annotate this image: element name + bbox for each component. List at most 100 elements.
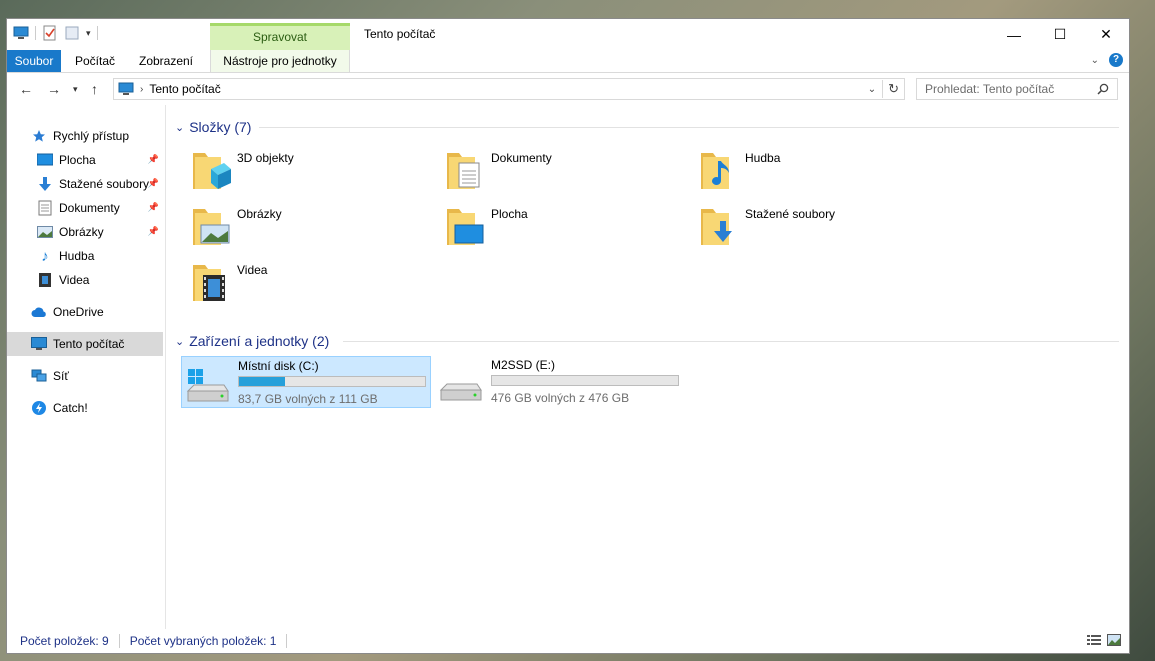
folder-hudba[interactable]: Hudba	[699, 149, 949, 201]
refresh-icon[interactable]: ↻	[888, 81, 899, 97]
address-row: ← → ▾ ↑ › Tento počítač ⌄ ↻ Prohledat: T…	[7, 73, 1129, 105]
sidebar-item-label: Dokumenty	[59, 201, 120, 215]
catch-icon	[31, 400, 47, 416]
sidebar-item-sit[interactable]: Síť	[7, 364, 163, 388]
navigation-pane: Rychlý přístup Plocha 📌 Stažené soubory …	[7, 105, 166, 629]
group-title: Složky (7)	[189, 119, 252, 135]
maximize-button[interactable]: ☐	[1037, 19, 1083, 50]
chevron-down-icon[interactable]: ⌄	[175, 335, 184, 348]
back-arrow-icon[interactable]: ←	[19, 81, 33, 97]
group-header-drives[interactable]: ⌄ Zařízení a jednotky (2)	[175, 331, 329, 351]
documents-folder-icon	[445, 149, 485, 193]
sidebar-item-onedrive[interactable]: OneDrive	[7, 300, 163, 324]
tab-pocitac[interactable]: Počítač	[67, 50, 123, 72]
details-view-icon[interactable]	[1087, 634, 1101, 649]
sidebar-item-label: OneDrive	[53, 305, 104, 319]
sidebar-item-videa[interactable]: Videa	[7, 268, 163, 292]
drive-e[interactable]: M2SSD (E:) 476 GB volných z 476 GB	[435, 356, 685, 408]
pin-icon: 📌	[147, 178, 159, 188]
forward-arrow-icon[interactable]: →	[47, 81, 61, 97]
videos-folder-icon	[191, 261, 231, 305]
group-header-folders[interactable]: ⌄ Složky (7)	[175, 117, 251, 137]
computer-icon	[118, 82, 134, 96]
desktop-icon	[37, 152, 53, 168]
search-input[interactable]: Prohledat: Tento počítač	[925, 82, 1097, 96]
view-switcher	[1087, 634, 1121, 649]
folder-stazene-soubory[interactable]: Stažené soubory	[699, 205, 949, 257]
pin-icon: 📌	[147, 154, 159, 164]
new-folder-icon[interactable]	[64, 25, 80, 41]
sidebar-item-label: Obrázky	[59, 225, 104, 239]
minimize-button[interactable]: —	[991, 19, 1037, 50]
group-title: Zařízení a jednotky (2)	[189, 333, 330, 349]
drive-name: Místní disk (C:)	[238, 359, 319, 373]
sidebar-item-dokumenty[interactable]: Dokumenty 📌	[7, 196, 163, 220]
drive-size: 476 GB volných z 476 GB	[491, 391, 630, 405]
search-box[interactable]: Prohledat: Tento počítač	[916, 78, 1118, 100]
star-icon	[31, 128, 47, 144]
up-arrow-icon[interactable]: ↑	[91, 81, 98, 97]
folder-videa[interactable]: Videa	[191, 261, 441, 313]
sidebar-item-rychly-pristup[interactable]: Rychlý přístup	[7, 124, 163, 148]
ribbon-tabs: Soubor Počítač Zobrazení Nástroje pro je…	[7, 50, 1129, 73]
address-bar[interactable]: › Tento počítač ⌄ ↻	[113, 78, 905, 100]
selected-count: Počet vybraných položek: 1	[129, 634, 277, 648]
sidebar-item-plocha[interactable]: Plocha 📌	[7, 148, 163, 172]
folder-plocha[interactable]: Plocha	[445, 205, 695, 257]
drive-usage-bar	[491, 375, 679, 386]
sidebar-item-hudba[interactable]: ♪ Hudba	[7, 244, 163, 268]
computer-icon[interactable]	[13, 25, 29, 41]
breadcrumb[interactable]: Tento počítač	[149, 82, 220, 96]
folder-obrazky[interactable]: Obrázky	[191, 205, 441, 257]
quick-access-toolbar: ▾	[13, 25, 98, 41]
content-pane: ⌄ Složky (7) 3D objekty Dokumenty Hudba	[167, 105, 1129, 629]
expand-ribbon-icon[interactable]: ⌄	[1091, 55, 1099, 66]
tab-soubor[interactable]: Soubor	[7, 50, 61, 72]
drive-c[interactable]: Místní disk (C:) 83,7 GB volných z 111 G…	[181, 356, 431, 408]
drive-usage-fill	[239, 377, 285, 386]
folder-label: Plocha	[491, 207, 528, 221]
folder-label: Obrázky	[237, 207, 282, 221]
windows-drive-icon	[186, 369, 230, 403]
sidebar-item-label: Hudba	[59, 249, 95, 263]
customize-qat-icon[interactable]: ▾	[86, 28, 91, 39]
sidebar-item-label: Plocha	[59, 153, 96, 167]
sidebar-item-label: Rychlý přístup	[53, 129, 130, 143]
music-icon: ♪	[41, 247, 49, 265]
recent-locations-icon[interactable]: ▾	[73, 84, 78, 95]
document-icon	[37, 200, 53, 216]
status-separator	[286, 634, 288, 648]
folder-label: Dokumenty	[491, 151, 552, 165]
sidebar-item-tento-pocitac[interactable]: Tento počítač	[7, 332, 163, 356]
drive-name: M2SSD (E:)	[491, 358, 556, 372]
explorer-window: ▾ Spravovat Tento počítač — ☐ ✕ Soubor P…	[6, 18, 1130, 654]
hard-drive-icon	[439, 368, 483, 402]
large-icons-view-icon[interactable]	[1107, 634, 1121, 649]
title-bar: ▾ Spravovat Tento počítač — ☐ ✕	[7, 19, 1129, 50]
breadcrumb-separator-icon[interactable]: ›	[140, 84, 143, 95]
help-icon[interactable]: ?	[1109, 53, 1123, 67]
video-icon	[37, 272, 53, 288]
folder-label: Videa	[237, 263, 268, 277]
ribbon-right-controls: ⌄ ?	[1091, 53, 1123, 67]
chevron-down-icon[interactable]: ⌄	[175, 121, 184, 134]
close-button[interactable]: ✕	[1083, 19, 1129, 50]
group-divider	[259, 127, 1119, 128]
folder-3d-objekty[interactable]: 3D objekty	[191, 149, 441, 201]
sidebar-item-stazene-soubory[interactable]: Stažené soubory 📌	[7, 172, 163, 196]
sidebar-item-label: Stažené soubory	[59, 177, 150, 191]
cloud-icon	[31, 304, 47, 320]
status-bar: Počet položek: 9 Počet vybraných položek…	[7, 629, 1129, 653]
tab-nastroje-pro-jednotky[interactable]: Nástroje pro jednotky	[210, 50, 350, 72]
sidebar-item-catch[interactable]: Catch!	[7, 396, 163, 420]
downloads-folder-icon	[699, 205, 739, 249]
picture-icon	[37, 224, 53, 240]
tab-zobrazeni[interactable]: Zobrazení	[133, 50, 199, 72]
sidebar-item-obrazky[interactable]: Obrázky 📌	[7, 220, 163, 244]
address-dropdown-icon[interactable]: ⌄	[868, 84, 876, 95]
search-icon[interactable]	[1097, 83, 1109, 95]
status-separator	[118, 634, 120, 648]
folder-dokumenty[interactable]: Dokumenty	[445, 149, 695, 201]
properties-icon[interactable]	[42, 25, 58, 41]
sidebar-item-label: Síť	[53, 369, 69, 383]
